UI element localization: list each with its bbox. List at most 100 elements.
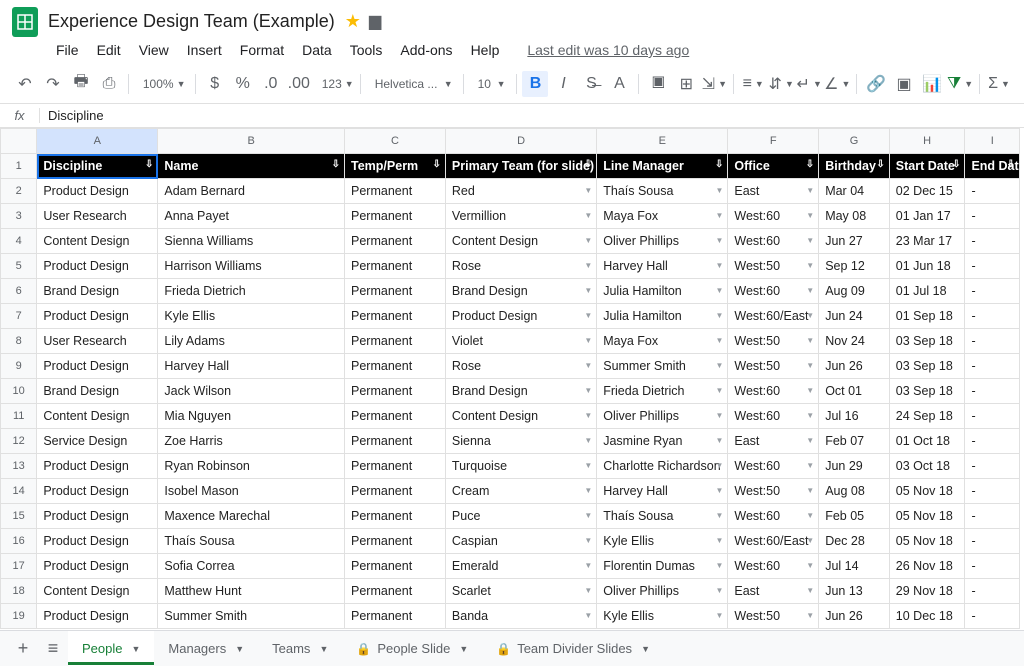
menu-help[interactable]: Help	[471, 42, 500, 58]
redo-icon[interactable]: ↷	[40, 71, 66, 97]
font-select[interactable]: Helvetica ...▼	[367, 71, 457, 97]
cell[interactable]: Adam Bernard	[158, 179, 345, 204]
merge-button[interactable]: ⇲▼	[701, 71, 727, 97]
cell[interactable]: Nov 24	[819, 329, 890, 354]
row-header[interactable]: 14	[1, 479, 37, 504]
cell[interactable]: 05 Nov 18	[889, 479, 965, 504]
chevron-down-icon[interactable]: ▼	[459, 644, 468, 654]
cell[interactable]: Maya Fox▼	[597, 329, 728, 354]
dropdown-arrow-icon[interactable]: ▼	[715, 436, 723, 445]
cell[interactable]: Permanent	[345, 504, 446, 529]
cell[interactable]: -	[965, 229, 1020, 254]
chart-icon[interactable]: 📊	[919, 71, 945, 97]
cell[interactable]: Vermillion▼	[445, 204, 596, 229]
cell[interactable]: 29 Nov 18	[889, 579, 965, 604]
wrap-button[interactable]: ↵▼	[796, 71, 822, 97]
dropdown-arrow-icon[interactable]: ▼	[715, 261, 723, 270]
dropdown-arrow-icon[interactable]: ▼	[806, 386, 814, 395]
paint-format-icon[interactable]: ⎙	[96, 71, 122, 97]
row-header[interactable]: 18	[1, 579, 37, 604]
cell[interactable]: Violet▼	[445, 329, 596, 354]
cell[interactable]: Thaís Sousa	[158, 529, 345, 554]
cell[interactable]: Ryan Robinson	[158, 454, 345, 479]
cell[interactable]: Frieda Dietrich▼	[597, 379, 728, 404]
dropdown-arrow-icon[interactable]: ▼	[584, 536, 592, 545]
dropdown-arrow-icon[interactable]: ▼	[584, 611, 592, 620]
cell[interactable]: -	[965, 429, 1020, 454]
cell[interactable]: Permanent	[345, 429, 446, 454]
link-icon[interactable]: 🔗	[863, 71, 889, 97]
dropdown-arrow-icon[interactable]: ▼	[715, 411, 723, 420]
col-header-D[interactable]: D	[445, 129, 596, 154]
cell[interactable]: Caspian▼	[445, 529, 596, 554]
menu-format[interactable]: Format	[240, 42, 284, 58]
star-icon[interactable]: ★	[345, 11, 361, 32]
cell[interactable]: Florentin Dumas▼	[597, 554, 728, 579]
filter-indicator-icon[interactable]: ⇩	[145, 159, 153, 170]
cell[interactable]: Product Design	[37, 354, 158, 379]
dropdown-arrow-icon[interactable]: ▼	[715, 586, 723, 595]
cell[interactable]: Product Design	[37, 454, 158, 479]
header-cell[interactable]: Line Manager⇩	[597, 154, 728, 179]
cell[interactable]: Brand Design	[37, 379, 158, 404]
cell[interactable]: Harvey Hall	[158, 354, 345, 379]
cell[interactable]: Rose▼	[445, 354, 596, 379]
cell[interactable]: -	[965, 479, 1020, 504]
cell[interactable]: West:60▼	[728, 379, 819, 404]
dropdown-arrow-icon[interactable]: ▼	[806, 261, 814, 270]
cell[interactable]: Product Design	[37, 529, 158, 554]
row-header[interactable]: 2	[1, 179, 37, 204]
cell[interactable]: -	[965, 179, 1020, 204]
add-sheet-button[interactable]: +	[8, 634, 38, 664]
cell[interactable]: Permanent	[345, 579, 446, 604]
dropdown-arrow-icon[interactable]: ▼	[584, 236, 592, 245]
cell[interactable]: -	[965, 304, 1020, 329]
cell[interactable]: Maya Fox▼	[597, 204, 728, 229]
cell[interactable]: 05 Nov 18	[889, 504, 965, 529]
halign-button[interactable]: ≡▼	[740, 71, 766, 97]
cell[interactable]: Permanent	[345, 229, 446, 254]
dropdown-arrow-icon[interactable]: ▼	[715, 561, 723, 570]
cell[interactable]: -	[965, 204, 1020, 229]
cell[interactable]: Product Design	[37, 504, 158, 529]
print-icon[interactable]: 🖶	[68, 71, 94, 97]
cell[interactable]: Julia Hamilton▼	[597, 304, 728, 329]
dropdown-arrow-icon[interactable]: ▼	[584, 561, 592, 570]
cell[interactable]: 26 Nov 18	[889, 554, 965, 579]
cell[interactable]: -	[965, 529, 1020, 554]
cell[interactable]: Mar 04	[819, 179, 890, 204]
row-header[interactable]: 17	[1, 554, 37, 579]
dropdown-arrow-icon[interactable]: ▼	[584, 186, 592, 195]
cell[interactable]: Zoe Harris	[158, 429, 345, 454]
all-sheets-button[interactable]: ≡	[38, 634, 68, 664]
cell[interactable]: Sienna▼	[445, 429, 596, 454]
cell[interactable]: West:60▼	[728, 454, 819, 479]
last-edit-link[interactable]: Last edit was 10 days ago	[527, 42, 689, 58]
cell[interactable]: Summer Smith	[158, 604, 345, 629]
font-size-select[interactable]: 10▼	[470, 71, 510, 97]
filter-indicator-icon[interactable]: ⇩	[952, 159, 960, 170]
increase-decimal-icon[interactable]: .00	[286, 71, 312, 97]
cell[interactable]: 01 Jun 18	[889, 254, 965, 279]
cell[interactable]: User Research	[37, 204, 158, 229]
cell[interactable]: Jasmine Ryan▼	[597, 429, 728, 454]
header-cell[interactable]: Temp/Perm⇩	[345, 154, 446, 179]
cell[interactable]: Matthew Hunt	[158, 579, 345, 604]
cell[interactable]: Harvey Hall▼	[597, 254, 728, 279]
bold-button[interactable]: B	[522, 71, 548, 97]
cell[interactable]: Permanent	[345, 279, 446, 304]
cell[interactable]: 03 Sep 18	[889, 329, 965, 354]
row-header[interactable]: 6	[1, 279, 37, 304]
dropdown-arrow-icon[interactable]: ▼	[806, 611, 814, 620]
dropdown-arrow-icon[interactable]: ▼	[715, 336, 723, 345]
cell[interactable]: 23 Mar 17	[889, 229, 965, 254]
cell[interactable]: West:60▼	[728, 554, 819, 579]
cell[interactable]: West:60▼	[728, 504, 819, 529]
cell[interactable]: 03 Oct 18	[889, 454, 965, 479]
cell[interactable]: Product Design	[37, 304, 158, 329]
dropdown-arrow-icon[interactable]: ▼	[806, 186, 814, 195]
header-cell[interactable]: Name⇩	[158, 154, 345, 179]
col-header-F[interactable]: F	[728, 129, 819, 154]
cell[interactable]: Banda▼	[445, 604, 596, 629]
rotate-button[interactable]: ∠▼	[824, 71, 850, 97]
